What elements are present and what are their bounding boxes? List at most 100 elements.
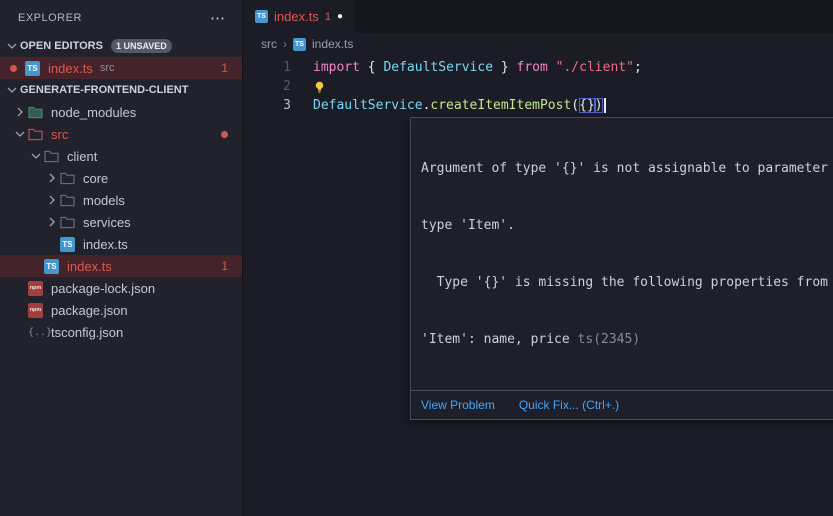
tree-item-label: index.ts (83, 237, 128, 252)
error-message-line: Type '{}' is missing the following prope… (421, 273, 833, 292)
editor-area: TS index.ts 1 ● src › TS index.ts 1 impo… (243, 0, 833, 516)
lightbulb-icon[interactable] (313, 80, 326, 94)
folder-error-dot-badge (221, 131, 228, 138)
sidebar-header: EXPLORER ⋯ (0, 0, 242, 35)
tree-item-label: node_modules (51, 105, 136, 120)
open-editors-header[interactable]: OPEN EDITORS 1 UNSAVED (0, 35, 242, 57)
breadcrumb-separator-icon: › (283, 37, 287, 51)
breadcrumb-folder[interactable]: src (261, 37, 277, 51)
tab-index-ts[interactable]: TS index.ts 1 ● (243, 0, 355, 33)
line-number: 3 (243, 98, 291, 113)
ts-file-icon: TS (255, 10, 268, 23)
chevron-right-icon (44, 192, 60, 208)
code-line-1: 1 import { DefaultService } from "./clie… (243, 58, 833, 77)
token-open-paren: ( (571, 98, 579, 113)
json-braces-icon: {..} (28, 327, 47, 338)
tree-item-package-json[interactable]: npm package.json (0, 299, 242, 321)
tree-item-client-index-ts[interactable]: TS index.ts (0, 233, 242, 255)
folder-icon (60, 172, 79, 185)
token-close-brace: } (493, 60, 516, 75)
editor-tab-bar: TS index.ts 1 ● (243, 0, 833, 33)
error-code: ts(2345) (578, 332, 641, 347)
ts-file-icon: TS (25, 61, 44, 76)
token-dot: . (423, 98, 431, 113)
tree-item-src[interactable]: src (0, 123, 242, 145)
open-editors-label: OPEN EDITORS (20, 40, 103, 52)
chevron-down-icon (4, 82, 20, 98)
tree-item-label: package-lock.json (51, 281, 155, 296)
error-message-line: 'Item': name, price ts(2345) (421, 330, 833, 349)
token-close-paren: ) (595, 98, 603, 113)
error-hover-actions: View Problem Quick Fix... (Ctrl+.) (411, 390, 833, 419)
tree-item-src-index-ts[interactable]: TS index.ts 1 (0, 255, 242, 277)
error-hover-popup: Argument of type '{}' is not assignable … (410, 117, 833, 420)
open-editor-file-path: src (100, 62, 115, 74)
text-cursor (604, 98, 606, 113)
tree-item-node-modules[interactable]: node_modules (0, 101, 242, 123)
chevron-right-icon (44, 170, 60, 186)
tree-item-label: tsconfig.json (51, 325, 123, 340)
tree-item-client[interactable]: client (0, 145, 242, 167)
chevron-right-icon (12, 104, 28, 120)
tree-item-models[interactable]: models (0, 189, 242, 211)
tab-file-name: index.ts (274, 9, 319, 24)
quick-fix-link[interactable]: Quick Fix... (Ctrl+.) (519, 398, 619, 412)
workspace-name-label: GENERATE-FRONTEND-CLIENT (20, 84, 188, 96)
chevron-down-icon (12, 126, 28, 142)
open-editor-item-index-ts[interactable]: TS index.ts src 1 (0, 57, 242, 79)
explorer-sidebar: EXPLORER ⋯ OPEN EDITORS 1 UNSAVED TS ind… (0, 0, 243, 516)
error-count-badge: 1 (221, 61, 242, 75)
tree-item-label: index.ts (67, 259, 112, 274)
breadcrumb: src › TS index.ts (243, 33, 833, 55)
chevron-right-icon (44, 214, 60, 230)
workspace-section-header[interactable]: GENERATE-FRONTEND-CLIENT (0, 79, 242, 101)
more-actions-icon[interactable]: ⋯ (210, 9, 226, 27)
folder-open-icon (28, 128, 47, 141)
tab-dirty-dot-icon: ● (337, 11, 343, 22)
modified-dot-icon (10, 65, 17, 72)
folder-icon (60, 194, 79, 207)
token-empty-object-arg: {} (579, 98, 595, 113)
tree-item-label: services (83, 215, 131, 230)
tree-item-services[interactable]: services (0, 211, 242, 233)
chevron-down-icon (28, 148, 44, 164)
token-open-brace: { (368, 60, 384, 75)
tree-item-label: core (83, 171, 108, 186)
token-method-name: createItemItemPost (430, 98, 571, 113)
code-line-2: 2 (243, 77, 833, 96)
tree-item-core[interactable]: core (0, 167, 242, 189)
error-count-badge: 1 (221, 259, 242, 273)
token-from-keyword: from (517, 60, 556, 75)
folder-icon (60, 216, 79, 229)
tree-item-tsconfig-json[interactable]: {..} tsconfig.json (0, 321, 242, 343)
ts-file-icon: TS (293, 38, 306, 51)
tree-item-label: client (67, 149, 97, 164)
npm-file-icon: npm (28, 303, 47, 318)
ts-file-icon: TS (44, 259, 63, 274)
token-default-service: DefaultService (313, 98, 423, 113)
line-number: 1 (243, 60, 291, 75)
token-default-service: DefaultService (383, 60, 493, 75)
unsaved-badge: 1 UNSAVED (111, 39, 172, 53)
node-modules-folder-icon (28, 106, 47, 119)
tree-item-package-lock-json[interactable]: npm package-lock.json (0, 277, 242, 299)
code-line-3: 3 DefaultService.createItemItemPost({}) (243, 96, 833, 115)
token-module-string: "./client" (556, 60, 634, 75)
error-message-line: Argument of type '{}' is not assignable … (421, 159, 833, 178)
npm-file-icon: npm (28, 281, 47, 296)
tab-error-count-badge: 1 (325, 11, 331, 23)
token-semicolon: ; (634, 60, 642, 75)
tree-item-label: src (51, 127, 68, 142)
breadcrumb-file[interactable]: index.ts (312, 37, 353, 51)
line-number: 2 (243, 79, 291, 94)
explorer-title: EXPLORER (18, 12, 82, 24)
tree-item-label: models (83, 193, 125, 208)
folder-open-icon (44, 150, 63, 163)
open-editor-file-name: index.ts (48, 61, 93, 76)
view-problem-link[interactable]: View Problem (421, 398, 495, 412)
tree-item-label: package.json (51, 303, 128, 318)
chevron-down-icon (4, 38, 20, 54)
error-message-line: type 'Item'. (421, 216, 833, 235)
error-message: Argument of type '{}' is not assignable … (411, 118, 833, 390)
ts-file-icon: TS (60, 237, 79, 252)
